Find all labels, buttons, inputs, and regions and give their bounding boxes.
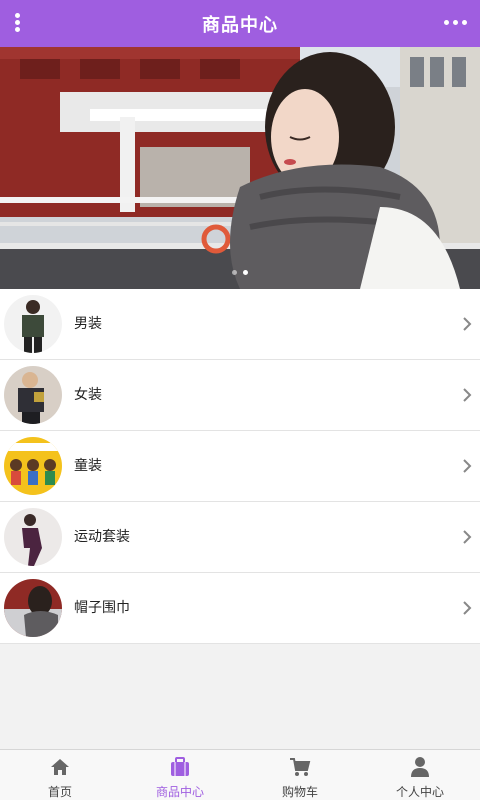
vertical-dots-icon-dot [15,27,20,32]
category-thumbnail [4,508,62,566]
category-label: 男装 [74,316,102,332]
horizontal-dots-icon [444,20,449,25]
vertical-dots-icon [15,13,20,18]
tab-label: 购物车 [281,785,318,799]
more-button[interactable] [442,12,470,32]
tab-home[interactable]: 首页 [0,750,120,800]
list-item-womenswear[interactable]: 女装 [0,360,480,431]
category-thumbnail [4,366,62,424]
top-bar: 商品中心 [0,0,480,47]
category-thumbnail [4,437,62,495]
tab-label: 个人中心 [395,785,444,799]
bottom-tab-bar: 首页 商品中心 购物车 个人中心 [0,749,480,800]
category-label: 童装 [74,458,102,474]
vertical-dots-icon-dot [15,20,20,25]
briefcase-icon [171,757,189,776]
chevron-right-icon [463,388,472,402]
chevron-right-icon [463,317,472,331]
chevron-right-icon [463,530,472,544]
home-icon [51,759,69,775]
category-label: 女装 [74,387,102,403]
carousel-dot[interactable] [243,270,248,275]
list-item-sportswear[interactable]: 运动套装 [0,502,480,573]
list-item-hats-scarves[interactable]: 帽子围巾 [0,573,480,644]
list-item-menswear[interactable]: 男装 [0,289,480,360]
category-thumbnail [4,579,62,637]
tab-cart[interactable]: 购物车 [240,750,360,800]
category-list: 男装 女装 童装 运动套装 帽子围巾 [0,289,480,644]
chevron-right-icon [463,601,472,615]
horizontal-dots-icon-dot [462,20,467,25]
tab-label: 首页 [47,785,72,799]
category-label: 帽子围巾 [74,600,130,616]
menu-button[interactable] [6,8,30,38]
category-label: 运动套装 [74,529,130,545]
carousel-dot[interactable] [232,270,237,275]
category-thumbnail [4,295,62,353]
cart-icon [290,758,311,776]
list-item-kidswear[interactable]: 童装 [0,431,480,502]
chevron-right-icon [463,459,472,473]
tab-profile[interactable]: 个人中心 [360,750,480,800]
tab-product-center[interactable]: 商品中心 [120,750,240,800]
page-title: 商品中心 [202,14,278,36]
banner-carousel[interactable] [0,47,480,289]
user-icon [411,757,429,777]
banner-image [0,47,480,289]
carousel-indicators [0,270,480,275]
horizontal-dots-icon-dot [453,20,458,25]
tab-label: 商品中心 [155,785,204,799]
